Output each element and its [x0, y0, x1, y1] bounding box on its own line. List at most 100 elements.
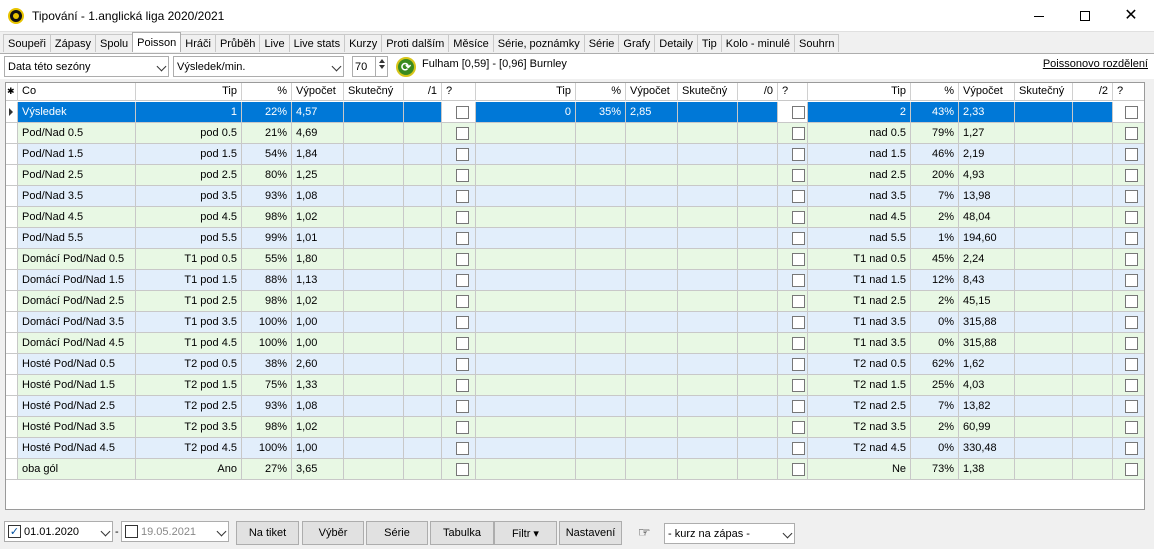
- row-checkbox[interactable]: [792, 400, 805, 413]
- row-checkbox[interactable]: [1125, 274, 1138, 287]
- table-row[interactable]: Pod/Nad 3.5 pod 3.5 93% 1,08 nad 3.5 7% 13,98: [6, 186, 1144, 207]
- header-actual1[interactable]: Skutečný: [344, 83, 404, 101]
- row-checkbox[interactable]: [456, 190, 469, 203]
- row-checkbox[interactable]: [1125, 358, 1138, 371]
- row-checkbox[interactable]: [1125, 148, 1138, 161]
- spin-up-icon[interactable]: [378, 59, 385, 63]
- row-checkbox[interactable]: [456, 127, 469, 140]
- tab-9[interactable]: Proti dalším: [381, 34, 450, 52]
- tab-1[interactable]: Zápasy: [49, 34, 96, 52]
- table-row[interactable]: Pod/Nad 5.5 pod 5.5 99% 1,01 nad 5.5 1% 194,60: [6, 228, 1144, 249]
- row-checkbox[interactable]: [456, 442, 469, 455]
- table-row[interactable]: Hosté Pod/Nad 1.5 T2 pod 1.5 75% 1,33 T2 nad…: [6, 375, 1144, 396]
- close-button[interactable]: ✕: [1108, 0, 1154, 32]
- tab-0[interactable]: Soupeři: [3, 34, 51, 52]
- row-checkbox[interactable]: [456, 358, 469, 371]
- table-row[interactable]: Pod/Nad 1.5 pod 1.5 54% 1,84 nad 1.5 46% 2,19: [6, 144, 1144, 165]
- header-q1[interactable]: ?: [442, 83, 476, 101]
- table-row[interactable]: Hosté Pod/Nad 3.5 T2 pod 3.5 98% 1,02 T2 nad…: [6, 417, 1144, 438]
- bottom-button-3[interactable]: Tabulka: [430, 521, 494, 545]
- row-checkbox[interactable]: [456, 337, 469, 350]
- row-checkbox[interactable]: [456, 274, 469, 287]
- refresh-button[interactable]: ⟳: [396, 57, 416, 77]
- row-checkbox[interactable]: [1125, 379, 1138, 392]
- bottom-button-4[interactable]: Filtr ▾: [494, 521, 557, 545]
- bottom-button-0[interactable]: Na tiket: [236, 521, 299, 545]
- tab-16[interactable]: Kolo - minulé: [720, 34, 795, 52]
- header-actual0[interactable]: Skutečný: [678, 83, 738, 101]
- tab-10[interactable]: Měsíce: [448, 34, 494, 52]
- maximize-button[interactable]: [1062, 0, 1108, 32]
- odds-select[interactable]: - kurz na zápas -: [664, 523, 795, 544]
- tab-17[interactable]: Souhrn: [794, 34, 840, 52]
- table-row[interactable]: Domácí Pod/Nad 4.5 T1 pod 4.5 100% 1,00 T1 n…: [6, 333, 1144, 354]
- header-q2[interactable]: ?: [1113, 83, 1144, 101]
- row-checkbox[interactable]: [456, 379, 469, 392]
- header-calc1[interactable]: Výpočet: [292, 83, 344, 101]
- date-to-picker[interactable]: 19.05.2021: [121, 521, 229, 542]
- row-checkbox[interactable]: [1125, 337, 1138, 350]
- result-type-select[interactable]: Výsledek/min.: [173, 56, 344, 77]
- header-q0[interactable]: ?: [778, 83, 808, 101]
- row-checkbox[interactable]: [792, 106, 805, 119]
- tab-4[interactable]: Hráči: [180, 34, 216, 52]
- row-checkbox[interactable]: [1125, 253, 1138, 266]
- date-to-checkbox[interactable]: [125, 525, 138, 538]
- row-checkbox[interactable]: [1125, 190, 1138, 203]
- row-checkbox[interactable]: [792, 337, 805, 350]
- bottom-button-5[interactable]: Nastavení: [559, 521, 622, 545]
- bottom-button-1[interactable]: Výběr: [302, 521, 364, 545]
- row-checkbox[interactable]: [792, 379, 805, 392]
- row-checkbox[interactable]: [1125, 421, 1138, 434]
- row-checkbox[interactable]: [792, 211, 805, 224]
- header-div2[interactable]: /2: [1073, 83, 1113, 101]
- row-checkbox[interactable]: [1125, 106, 1138, 119]
- date-from-picker[interactable]: ✓ 01.01.2020: [4, 521, 113, 542]
- tab-3[interactable]: Poisson: [132, 32, 182, 52]
- minimize-button[interactable]: [1016, 0, 1062, 32]
- poisson-link[interactable]: Poissonovo rozdělení: [1043, 58, 1148, 70]
- header-calc0[interactable]: Výpočet: [626, 83, 678, 101]
- row-checkbox[interactable]: [792, 442, 805, 455]
- row-checkbox[interactable]: [456, 106, 469, 119]
- tab-11[interactable]: Série, poznámky: [492, 34, 585, 52]
- table-row[interactable]: Hosté Pod/Nad 4.5 T2 pod 4.5 100% 1,00 T2 na…: [6, 438, 1144, 459]
- header-tip1[interactable]: Tip: [136, 83, 242, 101]
- table-row[interactable]: Domácí Pod/Nad 1.5 T1 pod 1.5 88% 1,13 T1 na…: [6, 270, 1144, 291]
- tab-6[interactable]: Live: [259, 34, 290, 52]
- table-row[interactable]: Výsledek 1 22% 4,57 0 35% 2,85 2 43% 2,33: [6, 102, 1144, 123]
- row-checkbox[interactable]: [792, 274, 805, 287]
- tab-15[interactable]: Tip: [696, 34, 722, 52]
- header-div1[interactable]: /1: [404, 83, 442, 101]
- row-checkbox[interactable]: [456, 295, 469, 308]
- header-star[interactable]: ✱: [6, 83, 18, 101]
- row-checkbox[interactable]: [792, 463, 805, 476]
- tab-12[interactable]: Série: [583, 34, 620, 52]
- row-checkbox[interactable]: [1125, 232, 1138, 245]
- row-checkbox[interactable]: [792, 295, 805, 308]
- header-pct2[interactable]: %: [911, 83, 959, 101]
- row-checkbox[interactable]: [792, 316, 805, 329]
- row-checkbox[interactable]: [456, 316, 469, 329]
- row-checkbox[interactable]: [456, 253, 469, 266]
- header-pct1[interactable]: %: [242, 83, 292, 101]
- header-calc2[interactable]: Výpočet: [959, 83, 1015, 101]
- table-row[interactable]: oba gól Ano 27% 3,65 Ne 73% 1,38: [6, 459, 1144, 480]
- spin-down-icon[interactable]: [378, 65, 385, 69]
- table-row[interactable]: Domácí Pod/Nad 2.5 T1 pod 2.5 98% 1,02 T1 na…: [6, 291, 1144, 312]
- row-checkbox[interactable]: [456, 421, 469, 434]
- row-checkbox[interactable]: [456, 169, 469, 182]
- row-checkbox[interactable]: [456, 463, 469, 476]
- row-checkbox[interactable]: [792, 253, 805, 266]
- row-checkbox[interactable]: [1125, 295, 1138, 308]
- header-div0[interactable]: /0: [738, 83, 778, 101]
- table-row[interactable]: Pod/Nad 2.5 pod 2.5 80% 1,25 nad 2.5 20% 4,93: [6, 165, 1144, 186]
- header-tip2[interactable]: Tip: [808, 83, 911, 101]
- row-checkbox[interactable]: [456, 148, 469, 161]
- row-checkbox[interactable]: [792, 190, 805, 203]
- bottom-button-2[interactable]: Série: [366, 521, 428, 545]
- tab-2[interactable]: Spolu: [95, 34, 134, 52]
- header-tip0[interactable]: Tip: [476, 83, 576, 101]
- tab-14[interactable]: Detaily: [654, 34, 698, 52]
- row-checkbox[interactable]: [792, 148, 805, 161]
